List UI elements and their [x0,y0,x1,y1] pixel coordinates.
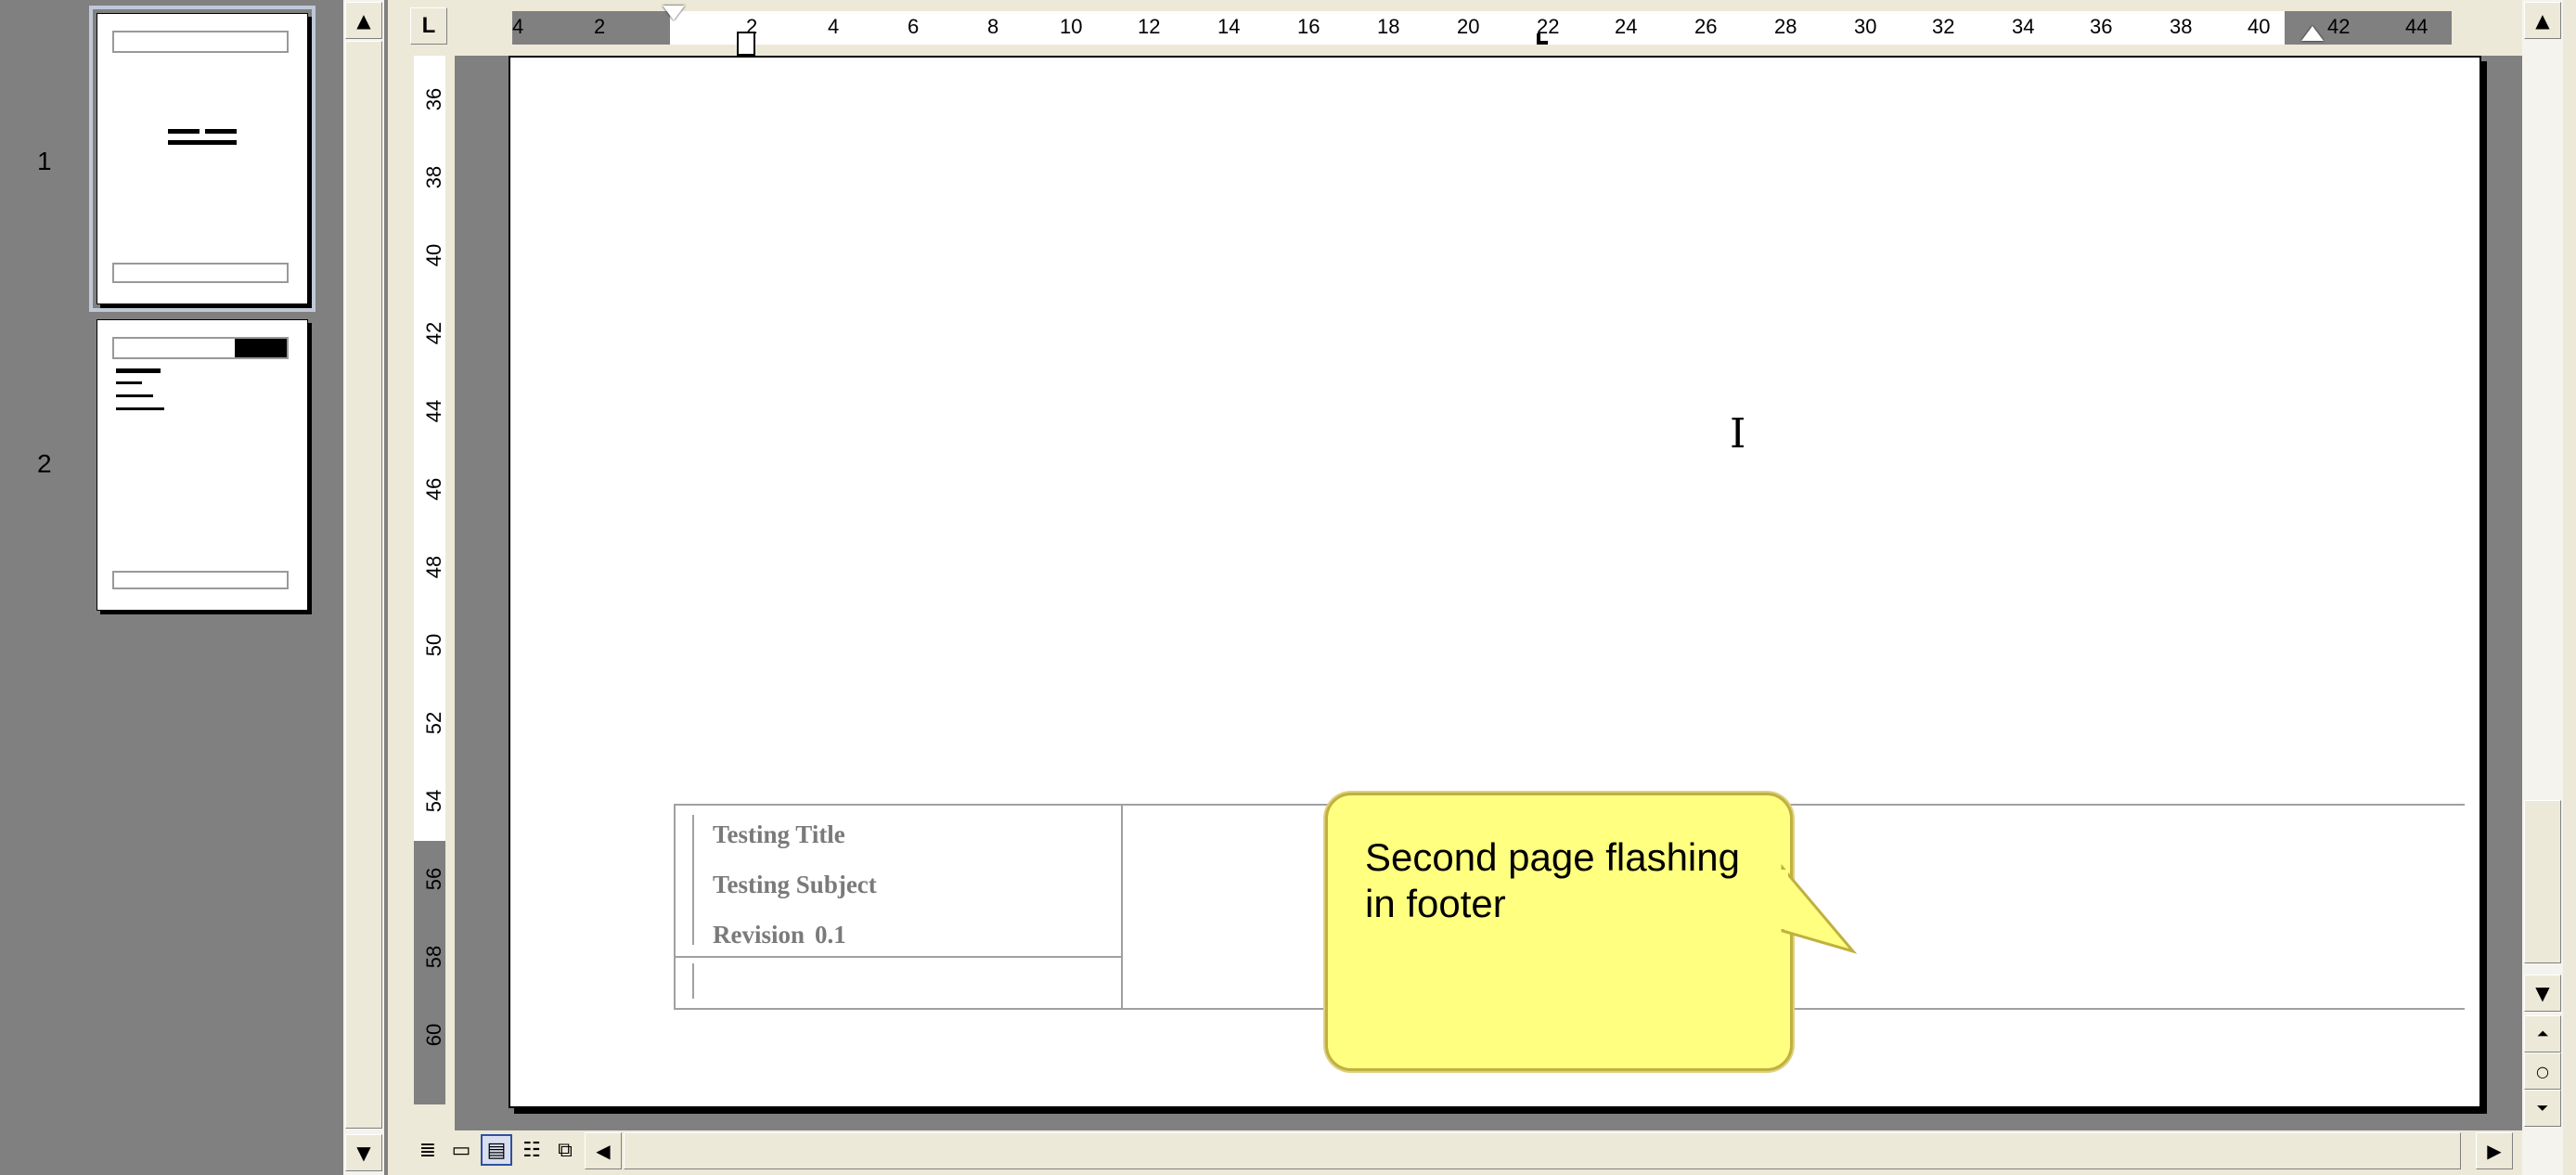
ruler-tick: 44 [2405,15,2428,38]
arrow-down-icon[interactable]: ▼ [345,1134,382,1171]
ruler-tick: 42 [422,321,445,345]
web-layout-view-button[interactable]: ▭ [445,1134,477,1166]
view-and-scroll-bar[interactable]: ≣ ▭ ▤ ☷ ⧉ ◀ ▶ [410,1130,2517,1171]
thumbnail-number-2: 2 [37,449,52,478]
ruler-tick: 46 [422,477,445,501]
ruler-tick: 54 [422,789,445,813]
ruler-tick: 40 [422,243,445,267]
footer-revision-label: Revision [713,921,805,949]
ruler-margin-left [512,11,670,45]
scrollbar-thumb[interactable] [624,1132,2461,1169]
ruler-tick: 16 [1297,15,1320,38]
print-layout-view-button[interactable]: ▤ [481,1134,512,1166]
footer-field-marker [692,815,694,945]
ruler-tick: 36 [422,87,445,111]
ruler-tick: 42 [2327,15,2351,38]
callout-pointer [1779,842,1858,954]
footer-empty-cell[interactable] [676,956,1121,1008]
ruler-tick: 8 [987,15,999,38]
thumbnail-text-line [205,129,237,134]
ruler-tick: 14 [1217,15,1241,38]
select-browse-object-icon[interactable]: ○ [2524,1052,2561,1090]
ruler-tick: 30 [1854,15,1877,38]
document-scrollbar[interactable]: ▲ ▼ ⏶ ○ ⏷ [2522,0,2563,1175]
thumbnail-text-line [168,140,237,145]
ruler-tick: 50 [422,633,445,657]
ruler-tick: 48 [422,555,445,579]
tab-selector-button[interactable]: L [410,7,447,45]
tab-stop-marker[interactable] [1537,33,1548,45]
ruler-tick: 24 [1615,15,1638,38]
scrollbar-thumb[interactable] [345,41,382,1129]
normal-view-button[interactable]: ≣ [412,1134,444,1166]
ruler-tick: 44 [422,399,445,423]
hanging-indent-marker[interactable] [737,32,755,56]
thumbnail-number-1: 1 [37,147,52,175]
footer-field-marker [692,963,694,999]
ruler-tick: 36 [2090,15,2113,38]
thumbnail-footer [112,263,289,283]
footer-subject: Testing Subject [713,871,877,898]
thumbnail-page-2[interactable] [97,319,308,611]
ruler-tick: 60 [422,1023,445,1047]
ruler-tick: 34 [2012,15,2035,38]
ruler-tick: 38 [2170,15,2193,38]
thumbnail-text-line [116,407,164,410]
ruler-tick: 56 [422,867,445,891]
ruler-tick: 28 [1774,15,1797,38]
arrow-down-icon[interactable]: ▼ [2524,975,2561,1012]
thumbnail-pane: 1 2 [0,0,388,1175]
outline-view-button[interactable]: ☷ [516,1134,547,1166]
ruler-tick: 12 [1138,15,1161,38]
i-beam-cursor-icon: I [1730,410,1746,458]
footer-title: Testing Title [713,820,845,848]
footer-revision-value: 0.1 [815,921,846,949]
ruler-tick: 38 [422,165,445,189]
ruler-tick: 26 [1694,15,1718,38]
first-line-indent-marker[interactable] [663,6,685,20]
ruler-tick: 2 [594,15,606,38]
ruler-tick: 18 [1377,15,1400,38]
next-page-icon[interactable]: ⏷ [2524,1090,2561,1127]
footer-info-cell[interactable]: Testing Title Testing Subject Revision 0… [674,806,1123,1008]
ruler-tick: 20 [1457,15,1480,38]
ruler-tick: 52 [422,711,445,735]
callout-bubble: Second page flashing in footer [1325,793,1858,1071]
arrow-up-icon[interactable]: ▲ [2524,2,2561,39]
ruler-tick: 58 [422,945,445,969]
arrow-left-icon[interactable]: ◀ [585,1132,622,1169]
thumbnail-text-line [116,381,142,384]
horizontal-ruler[interactable]: 4 2 2 4 6 8 10 12 14 16 18 20 22 24 26 2… [447,6,2517,56]
previous-page-icon[interactable]: ⏶ [2524,1015,2561,1052]
ruler-tick: 32 [1932,15,1955,38]
ruler-tick: 10 [1060,15,1083,38]
arrow-right-icon[interactable]: ▶ [2476,1132,2513,1169]
vertical-ruler[interactable]: 36 38 40 42 44 46 48 50 52 54 56 58 60 [410,56,449,1104]
thumbnail-header [112,31,289,53]
reading-layout-view-button[interactable]: ⧉ [549,1134,581,1166]
arrow-up-icon[interactable]: ▲ [345,2,382,39]
thumbnail-text-line [116,394,153,397]
thumbnail-header [112,337,289,359]
right-indent-marker[interactable] [2301,26,2324,41]
thumbnail-footer [112,571,289,589]
ruler-tick: 40 [2248,15,2271,38]
ruler-tick: 6 [908,15,920,38]
ruler-tick: 4 [512,15,524,38]
thumbnail-text-line [116,368,161,373]
callout-text: Second page flashing in footer [1365,835,1740,925]
scrollbar-thumb[interactable] [2524,800,2561,963]
thumbnail-scrollbar[interactable]: ▲ ▼ [343,0,384,1175]
thumbnail-text-line [168,129,200,134]
ruler-tick: 4 [828,15,840,38]
thumbnail-page-1[interactable] [89,6,316,312]
